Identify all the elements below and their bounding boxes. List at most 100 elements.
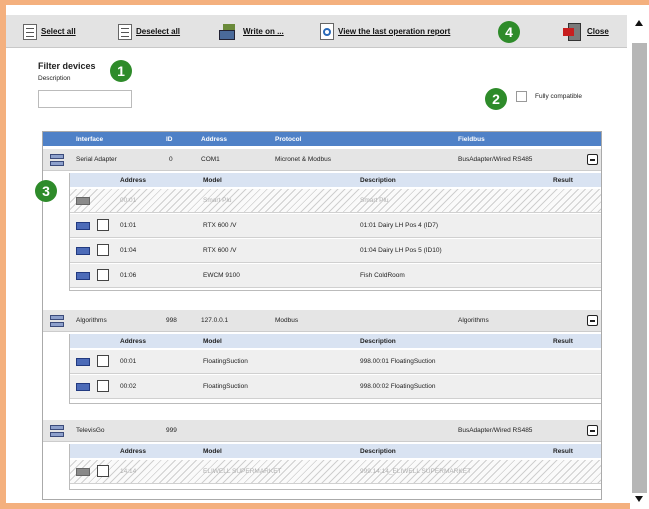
collapse-icon[interactable] <box>587 315 598 326</box>
write-on-button[interactable]: Write on ... <box>219 15 284 48</box>
device-icon <box>76 247 90 255</box>
view-report-button[interactable]: View the last operation report <box>320 15 450 48</box>
write-on-label: Write on ... <box>243 27 284 36</box>
table-row[interactable]: 01:01 RTX 600 /V 01:01 Dairy LH Pos 4 (I… <box>70 214 601 238</box>
table-row[interactable]: 00:01 FloatingSuction 998.00:01 Floating… <box>70 350 601 374</box>
device-subgrid: Address Model Description Result 14:14 E… <box>69 444 601 490</box>
row-select-checkbox[interactable] <box>97 380 109 392</box>
row-select-checkbox[interactable] <box>97 244 109 256</box>
deselect-all-label: Deselect all <box>136 27 181 36</box>
close-button[interactable]: Close <box>563 15 609 48</box>
row-description: 01:01 Dairy LH Pos 4 (ID7) <box>360 222 439 229</box>
device-icon <box>76 222 90 230</box>
device-fieldbus: BusAdapter/Wired RS485 <box>458 427 533 434</box>
scroll-up-arrow-icon[interactable] <box>635 20 643 26</box>
toolbar: Select all Deselect all Write on ... Vie… <box>6 15 627 48</box>
fully-compatible-label: Fully compatible <box>535 93 582 100</box>
table-row: 00:01 Smart Plu Smart Plu <box>70 189 601 213</box>
device-interface: TelevisGo <box>76 427 105 434</box>
device-row-televisgo[interactable]: TelevisGo 999 BusAdapter/Wired RS485 <box>43 420 601 442</box>
interface-device-icon <box>50 425 64 438</box>
device-protocol: Micronet & Modbus <box>275 156 331 163</box>
window-frame-top <box>0 0 649 5</box>
sub-header-result: Result <box>553 176 573 184</box>
device-interface: Serial Adapter <box>76 156 117 163</box>
row-select-checkbox[interactable] <box>97 219 109 231</box>
sub-header-description: Description <box>360 447 396 455</box>
select-all-button[interactable]: Select all <box>23 15 76 48</box>
collapse-icon[interactable] <box>587 154 598 165</box>
row-address: 00:02 <box>120 383 137 390</box>
row-select-checkbox[interactable] <box>97 355 109 367</box>
grid-header: Interface ID Address Protocol Fieldbus <box>43 132 601 146</box>
select-all-icon <box>23 23 37 40</box>
table-row[interactable]: 01:04 RTX 600 /V 01:04 Dairy LH Pos 5 (I… <box>70 239 601 263</box>
table-row[interactable]: 01:06 EWCM 9100 Fish ColdRoom <box>70 264 601 288</box>
row-description: 998.00:02 FloatingSuction <box>360 383 436 390</box>
row-address: 14:14 <box>120 468 137 475</box>
col-header-address: Address <box>201 135 228 143</box>
device-subgrid: Address Model Description Result 00:01 F… <box>69 334 601 404</box>
filter-devices-title: Filter devices <box>38 61 96 71</box>
row-address: 00:01 <box>120 358 137 365</box>
sub-header-model: Model <box>203 176 222 184</box>
device-protocol: Modbus <box>275 317 299 324</box>
device-grid: Interface ID Address Protocol Fieldbus S… <box>42 131 602 500</box>
deselect-all-icon <box>118 23 132 40</box>
scrollbar-track[interactable] <box>632 43 647 493</box>
row-model: ELIWELL SUPERMARKET <box>203 468 282 475</box>
device-row-serial-adapter[interactable]: Serial Adapter 0 COM1 Micronet & Modbus … <box>43 149 601 171</box>
deselect-all-button[interactable]: Deselect all <box>118 15 180 48</box>
device-address: 127.0.0.1 <box>201 317 229 324</box>
collapse-icon[interactable] <box>587 425 598 436</box>
description-label: Description <box>38 75 71 82</box>
select-all-label: Select all <box>41 27 76 36</box>
subgrid-header: Address Model Description Result <box>70 173 601 187</box>
device-icon <box>76 383 90 391</box>
row-address: 01:04 <box>120 247 137 254</box>
subgrid-header: Address Model Description Result <box>70 444 601 458</box>
sub-header-description: Description <box>360 337 396 345</box>
row-model: Smart Plu <box>203 197 232 204</box>
sub-header-description: Description <box>360 176 396 184</box>
device-icon <box>76 272 90 280</box>
sub-header-model: Model <box>203 337 222 345</box>
subgrid-header: Address Model Description Result <box>70 334 601 348</box>
annotation-badge-2: 2 <box>485 88 507 110</box>
device-interface: Algorithms <box>76 317 107 324</box>
vertical-scrollbar[interactable] <box>630 15 649 509</box>
row-address: 00:01 <box>120 197 137 204</box>
window-frame-bottom <box>0 503 630 509</box>
close-label: Close <box>587 27 609 36</box>
table-row: 14:14 ELIWELL SUPERMARKET 999.14:14_ELIW… <box>70 460 601 484</box>
view-report-label: View the last operation report <box>338 27 451 36</box>
device-fieldbus: Algorithms <box>458 317 489 324</box>
description-filter-input[interactable] <box>38 90 132 108</box>
window-frame-left <box>0 0 6 509</box>
device-id: 998 <box>166 317 177 324</box>
device-icon <box>76 197 90 205</box>
row-description: 998.00:01 FloatingSuction <box>360 358 436 365</box>
sub-header-address: Address <box>120 337 147 345</box>
device-row-algorithms[interactable]: Algorithms 998 127.0.0.1 Modbus Algorith… <box>43 310 601 332</box>
col-header-id: ID <box>166 135 173 143</box>
write-device-icon <box>219 23 239 41</box>
annotation-badge-1: 1 <box>110 60 132 82</box>
col-header-protocol: Protocol <box>275 135 302 143</box>
table-row[interactable]: 00:02 FloatingSuction 998.00:02 Floating… <box>70 375 601 399</box>
col-header-fieldbus: Fieldbus <box>458 135 485 143</box>
row-model: EWCM 9100 <box>203 272 240 279</box>
fully-compatible-checkbox[interactable] <box>516 91 527 102</box>
row-description: Smart Plu <box>360 197 389 204</box>
device-icon <box>76 468 90 476</box>
row-address: 01:01 <box>120 222 137 229</box>
row-model: FloatingSuction <box>203 358 248 365</box>
row-select-checkbox[interactable] <box>97 269 109 281</box>
annotation-badge-4: 4 <box>498 21 520 43</box>
sub-header-address: Address <box>120 176 147 184</box>
annotation-badge-3: 3 <box>35 180 57 202</box>
scroll-down-arrow-icon[interactable] <box>635 496 643 502</box>
exit-door-icon <box>563 22 583 41</box>
row-model: RTX 600 /V <box>203 247 237 254</box>
row-model: RTX 600 /V <box>203 222 237 229</box>
